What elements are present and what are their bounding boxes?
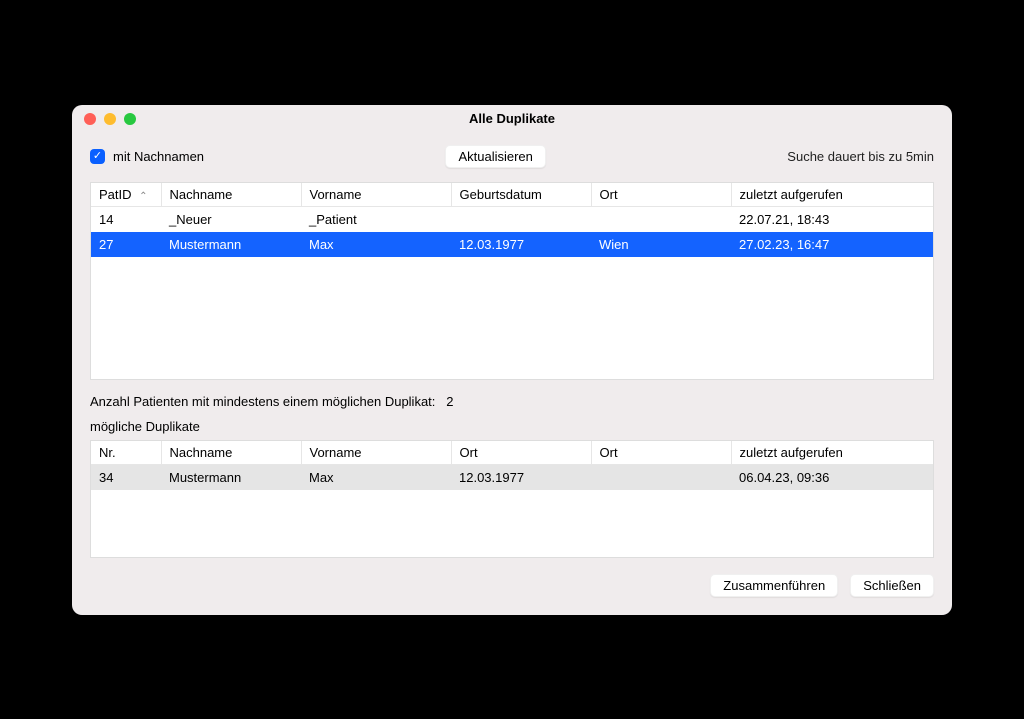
cell-nachname: _Neuer — [161, 206, 301, 232]
window: Alle Duplikate ✓ mit Nachnamen Aktualisi… — [72, 105, 952, 615]
col-ort[interactable]: Ort — [591, 183, 731, 207]
cell-patid: 14 — [91, 206, 161, 232]
table-row[interactable]: 27 Mustermann Max 12.03.1977 Wien 27.02.… — [91, 232, 933, 257]
cell-ort: Wien — [591, 232, 731, 257]
col-vorname[interactable]: Vorname — [301, 441, 451, 465]
col-nr[interactable]: Nr. — [91, 441, 161, 465]
minimize-icon[interactable] — [104, 113, 116, 125]
col-nachname[interactable]: Nachname — [161, 183, 301, 207]
cell-ort2 — [591, 464, 731, 490]
titlebar: Alle Duplikate — [72, 105, 952, 133]
cell-nachname: Mustermann — [161, 464, 301, 490]
table-row[interactable]: 14 _Neuer _Patient 22.07.21, 18:43 — [91, 206, 933, 232]
cell-geb: 12.03.1977 — [451, 232, 591, 257]
check-icon: ✓ — [90, 149, 105, 164]
cell-vorname: Max — [301, 464, 451, 490]
cell-nachname: Mustermann — [161, 232, 301, 257]
close-icon[interactable] — [84, 113, 96, 125]
table-row[interactable]: 34 Mustermann Max 12.03.1977 06.04.23, 0… — [91, 464, 933, 490]
close-button[interactable]: Schließen — [850, 574, 934, 597]
traffic-lights — [84, 113, 136, 125]
cell-patid: 27 — [91, 232, 161, 257]
col-zuletzt[interactable]: zuletzt aufgerufen — [731, 441, 933, 465]
patients-header-row: PatID ⌃ Nachname Vorname Geburtsdatum Or… — [91, 183, 933, 207]
col-nachname[interactable]: Nachname — [161, 441, 301, 465]
maximize-icon[interactable] — [124, 113, 136, 125]
cell-vorname: Max — [301, 232, 451, 257]
cell-geb — [451, 206, 591, 232]
cell-ort — [591, 206, 731, 232]
duplicates-header-row: Nr. Nachname Vorname Ort Ort zuletzt auf… — [91, 441, 933, 465]
col-patid-label: PatID — [99, 187, 132, 202]
cell-vorname: _Patient — [301, 206, 451, 232]
footer: Zusammenführen Schließen — [72, 558, 952, 615]
cell-nr: 34 — [91, 464, 161, 490]
col-ort2[interactable]: Ort — [591, 441, 731, 465]
duplicates-table: Nr. Nachname Vorname Ort Ort zuletzt auf… — [90, 440, 934, 558]
col-vorname[interactable]: Vorname — [301, 183, 451, 207]
col-zuletzt[interactable]: zuletzt aufgerufen — [731, 183, 933, 207]
with-lastname-checkbox[interactable]: ✓ mit Nachnamen — [90, 149, 204, 164]
toolbar: ✓ mit Nachnamen Aktualisieren Suche daue… — [72, 133, 952, 182]
cell-zuletzt: 27.02.23, 16:47 — [731, 232, 933, 257]
refresh-button[interactable]: Aktualisieren — [445, 145, 545, 168]
col-patid[interactable]: PatID ⌃ — [91, 183, 161, 207]
cell-ort1: 12.03.1977 — [451, 464, 591, 490]
duplicate-count: Anzahl Patienten mit mindestens einem mö… — [90, 394, 934, 409]
col-ort1[interactable]: Ort — [451, 441, 591, 465]
with-lastname-label: mit Nachnamen — [113, 149, 204, 164]
merge-button[interactable]: Zusammenführen — [710, 574, 838, 597]
chevron-up-icon: ⌃ — [139, 191, 147, 202]
cell-zuletzt: 22.07.21, 18:43 — [731, 206, 933, 232]
search-duration-hint: Suche dauert bis zu 5min — [787, 149, 934, 164]
possible-duplicates-heading: mögliche Duplikate — [90, 419, 934, 434]
window-title: Alle Duplikate — [84, 111, 940, 126]
duplicate-count-label: Anzahl Patienten mit mindestens einem mö… — [90, 394, 435, 409]
patients-table: PatID ⌃ Nachname Vorname Geburtsdatum Or… — [90, 182, 934, 380]
duplicate-count-value: 2 — [446, 394, 453, 409]
cell-zuletzt: 06.04.23, 09:36 — [731, 464, 933, 490]
col-geb[interactable]: Geburtsdatum — [451, 183, 591, 207]
